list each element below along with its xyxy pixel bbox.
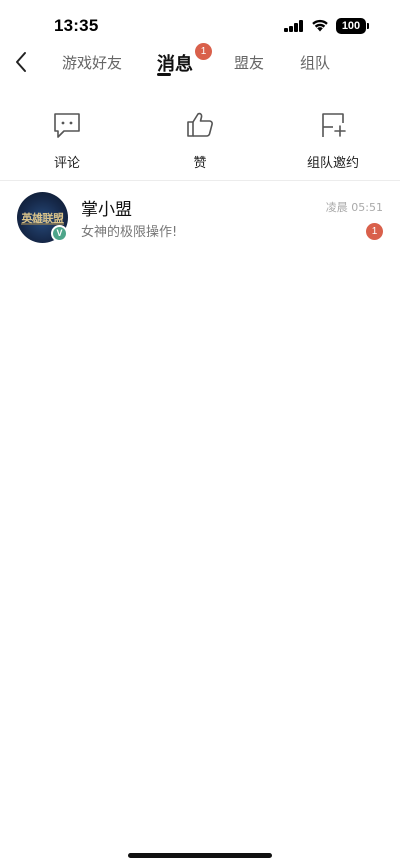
likes-label: 赞 (193, 156, 207, 171)
tab-allies[interactable]: 盟友 (234, 52, 264, 73)
likes-button[interactable]: 赞 (160, 108, 240, 174)
conversation-preview: 女神的极限操作! (81, 225, 178, 240)
conversation-time: 凌晨 05:51 (325, 201, 383, 214)
home-indicator (128, 853, 272, 858)
comments-label: 评论 (53, 156, 80, 171)
verified-badge-icon: V (51, 225, 68, 242)
conversation-unread-badge: 1 (366, 223, 383, 240)
cellular-signal-icon (284, 20, 304, 32)
conversation-item[interactable]: 英雄联盟 V 掌小盟 女神的极限操作! 凌晨 05:51 1 (0, 181, 400, 255)
flag-plus-icon (322, 113, 346, 137)
back-chevron-icon[interactable] (10, 48, 34, 76)
comment-icon (54, 113, 80, 138)
wifi-icon (312, 19, 328, 32)
team-invite-label: 组队邀约 (306, 156, 359, 171)
conversation-name: 掌小盟 (81, 200, 132, 220)
tab-team[interactable]: 组队 (300, 52, 330, 73)
battery-tip (367, 23, 369, 29)
status-time: 13:35 (54, 16, 99, 35)
comments-button[interactable]: 评论 (27, 108, 107, 174)
team-invite-button[interactable]: 组队邀约 (293, 108, 373, 174)
quick-actions: 评论 赞 组队邀约 (0, 108, 400, 178)
thumbs-up-icon (187, 112, 213, 137)
battery-indicator: 100 (336, 18, 366, 34)
messages-unread-badge: 1 (195, 43, 212, 60)
active-tab-indicator (157, 73, 171, 76)
tab-game-friends[interactable]: 游戏好友 (62, 52, 122, 73)
